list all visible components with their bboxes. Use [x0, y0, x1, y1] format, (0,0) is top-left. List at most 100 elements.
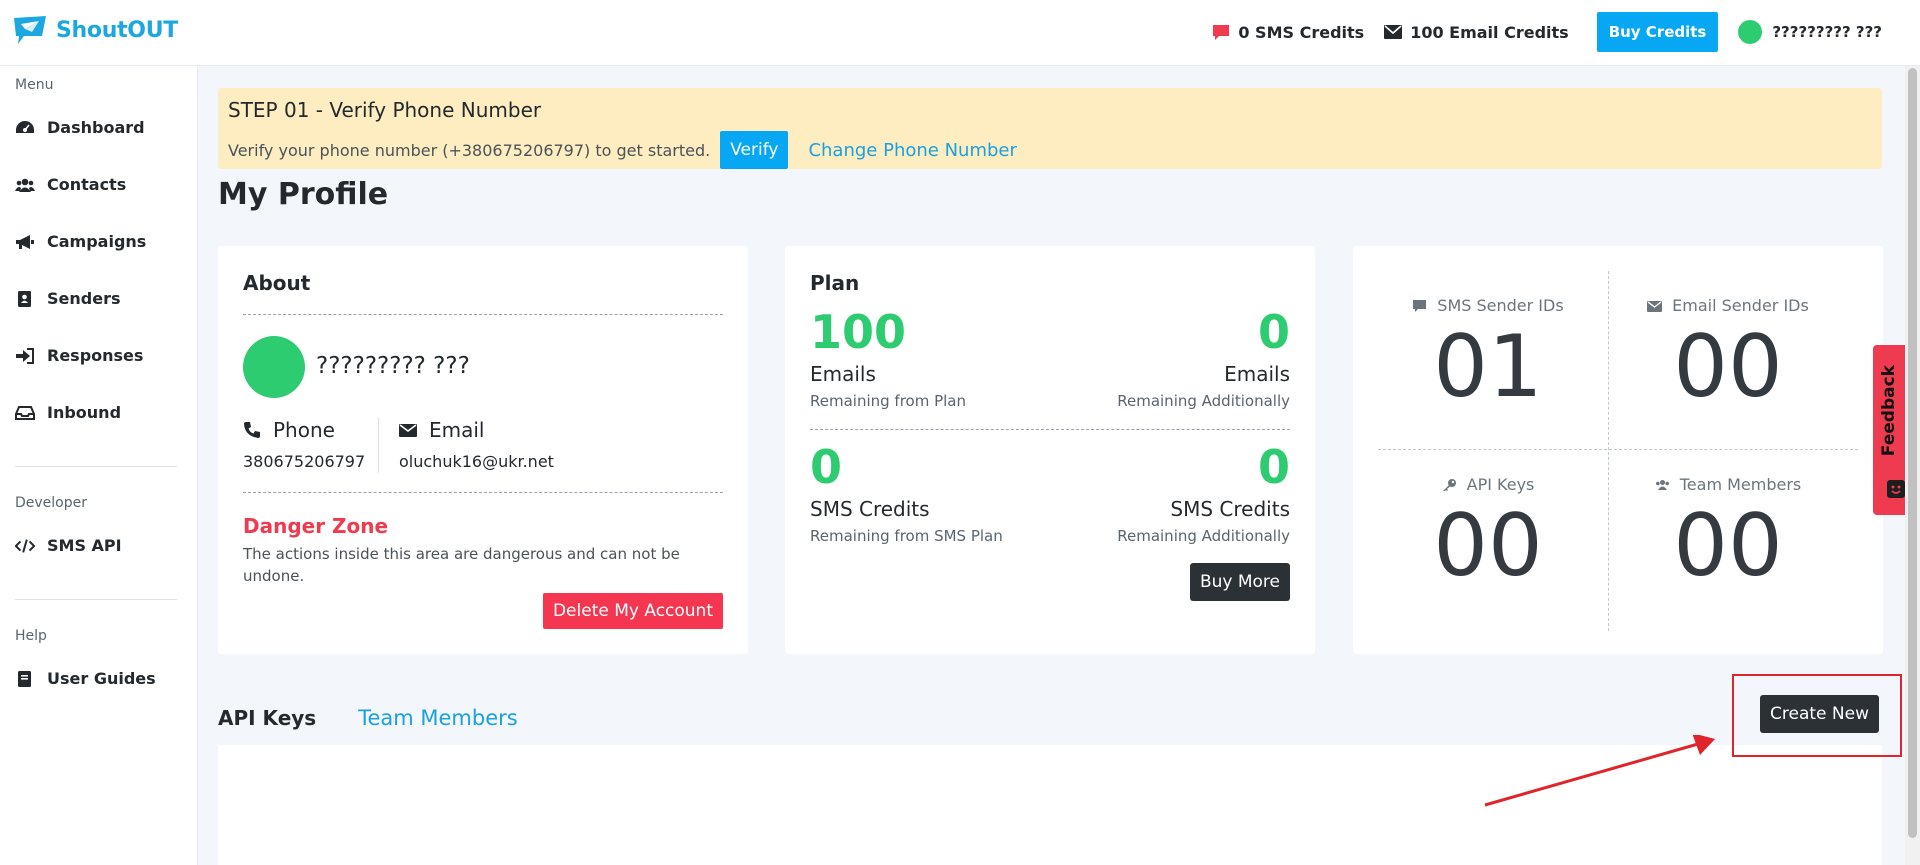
sidebar: Menu Dashboard Contacts Campaigns Sender…	[0, 66, 198, 865]
sms-credits-text: 0 SMS Credits	[1238, 22, 1365, 42]
phone-label-row: Phone	[243, 418, 365, 442]
sign-in-icon	[16, 347, 34, 364]
page-scrollbar[interactable]	[1905, 66, 1920, 865]
plan-unit: Emails	[810, 362, 876, 386]
email-label-row: Email	[399, 418, 554, 442]
sidebar-item-label: Responses	[47, 346, 144, 365]
alert-title: STEP 01 - Verify Phone Number	[228, 98, 542, 122]
stat-email-sender-ids: Email Sender IDs 00	[1608, 296, 1848, 417]
tab-team-members[interactable]: Team Members	[358, 706, 518, 730]
sidebar-item-label: SMS API	[47, 536, 122, 555]
profile-name: ????????? ???	[316, 353, 470, 379]
plan-value: 0	[810, 440, 843, 494]
change-phone-link[interactable]: Change Phone Number	[808, 140, 1016, 161]
scrollbar-thumb[interactable]	[1908, 68, 1917, 838]
feedback-smile-icon	[1887, 480, 1905, 498]
dashboard-icon	[16, 120, 34, 133]
feedback-label: Feedback	[1879, 365, 1899, 457]
comment-icon	[1413, 299, 1427, 312]
plan-unit: SMS Credits	[1170, 497, 1290, 521]
sidebar-item-label: Dashboard	[47, 118, 145, 137]
tabs: API Keys Team Members	[218, 706, 518, 730]
plan-title: Plan	[810, 271, 860, 295]
stats-card: SMS Sender IDs 01 Email Sender IDs 00 AP…	[1353, 246, 1883, 654]
alert-text: Verify your phone number (+380675206797)…	[228, 140, 711, 160]
stat-label-row: Team Members	[1608, 475, 1848, 494]
delete-account-button[interactable]: Delete My Account	[542, 593, 723, 629]
stat-label: SMS Sender IDs	[1437, 296, 1564, 315]
code-icon	[15, 538, 35, 553]
phone-info: Phone 380675206797	[243, 418, 365, 471]
sidebar-item-label: Contacts	[47, 175, 127, 194]
sidebar-section-menu: Menu	[15, 77, 54, 93]
sidebar-item-label: Campaigns	[47, 232, 147, 251]
stat-value: 00	[1673, 496, 1783, 596]
plan-card: Plan 100 Emails Remaining from Plan 0 Em…	[785, 246, 1315, 654]
user-name: ????????? ???	[1772, 23, 1882, 41]
sidebar-item-user-guides[interactable]: User Guides	[15, 669, 156, 688]
tab-api-keys[interactable]: API Keys	[218, 706, 316, 730]
plan-unit: Emails	[1224, 362, 1290, 386]
sidebar-item-senders[interactable]: Senders	[15, 289, 120, 308]
plan-sub: Remaining Additionally	[1117, 392, 1290, 410]
plan-sub: Remaining from SMS Plan	[810, 527, 1003, 545]
sidebar-item-inbound[interactable]: Inbound	[15, 403, 121, 422]
sidebar-item-sms-api[interactable]: SMS API	[15, 536, 122, 555]
top-bar: ShoutOUT 0 SMS Credits 100 Email Credits…	[0, 0, 1920, 66]
stats-horizontal-divider	[1378, 449, 1858, 450]
stat-label: Team Members	[1679, 475, 1802, 494]
alert-body: Verify your phone number (+380675206797)…	[228, 131, 1017, 169]
logo[interactable]: ShoutOUT	[12, 14, 178, 46]
stat-api-keys: API Keys 00	[1368, 475, 1608, 596]
header-credits: 0 SMS Credits 100 Email Credits Buy Cred…	[1212, 12, 1882, 52]
sidebar-item-campaigns[interactable]: Campaigns	[15, 232, 146, 251]
megaphone-icon	[16, 234, 34, 249]
annotation-arrow-icon	[1484, 735, 1715, 807]
team-icon	[1655, 479, 1669, 490]
verify-button[interactable]: Verify	[720, 131, 789, 169]
plan-sms-additional: 0 SMS Credits Remaining Additionally	[1117, 441, 1290, 545]
danger-zone-text: The actions inside this area are dangero…	[243, 545, 680, 585]
sidebar-item-responses[interactable]: Responses	[15, 346, 143, 365]
sidebar-divider	[15, 599, 177, 600]
email-label: Email	[429, 418, 485, 442]
plan-emails-additional: 0 Emails Remaining Additionally	[1117, 306, 1290, 410]
envelope-icon	[1384, 25, 1403, 39]
plan-value: 0	[1257, 440, 1290, 494]
stat-value: 00	[1433, 496, 1543, 596]
logo-mark-icon	[14, 16, 46, 44]
page-title: My Profile	[218, 177, 389, 212]
sidebar-divider	[15, 466, 177, 467]
sms-bubble-icon	[1213, 24, 1230, 40]
danger-zone-title: Danger Zone	[243, 514, 389, 538]
key-icon	[1442, 478, 1456, 491]
sidebar-item-label: Senders	[47, 289, 121, 308]
email-value: oluchuk16@ukr.net	[399, 452, 554, 471]
plan-sub: Remaining from Plan	[810, 392, 967, 410]
sidebar-section-help: Help	[15, 628, 47, 644]
plan-value: 100	[810, 305, 907, 359]
plan-sub: Remaining Additionally	[1117, 527, 1290, 545]
annotation-highlight-box	[1732, 674, 1902, 757]
stat-team-members: Team Members 00	[1608, 475, 1848, 596]
sidebar-item-contacts[interactable]: Contacts	[15, 175, 126, 194]
stat-value: 00	[1673, 317, 1783, 417]
sidebar-item-label: Inbound	[47, 403, 122, 422]
avatar	[243, 336, 305, 398]
envelope-icon	[399, 424, 417, 437]
plan-unit: SMS Credits	[810, 497, 930, 521]
stat-label-row: Email Sender IDs	[1608, 296, 1848, 315]
sidebar-item-dashboard[interactable]: Dashboard	[15, 118, 145, 137]
stat-label-row: SMS Sender IDs	[1368, 296, 1608, 315]
users-icon	[15, 178, 35, 192]
user-menu[interactable]: ????????? ???	[1738, 20, 1882, 44]
buy-credits-button[interactable]: Buy Credits	[1596, 12, 1719, 52]
dashed-divider	[810, 429, 1290, 430]
plan-emails-from-plan: 100 Emails Remaining from Plan	[810, 306, 966, 410]
buy-more-button[interactable]: Buy More	[1189, 563, 1290, 601]
email-info: Email oluchuk16@ukr.net	[399, 418, 554, 471]
plan-emails-row: 100 Emails Remaining from Plan 0 Emails …	[810, 306, 1290, 416]
dashed-divider	[243, 314, 723, 315]
avatar	[1738, 20, 1763, 44]
envelope-icon	[1647, 300, 1663, 312]
